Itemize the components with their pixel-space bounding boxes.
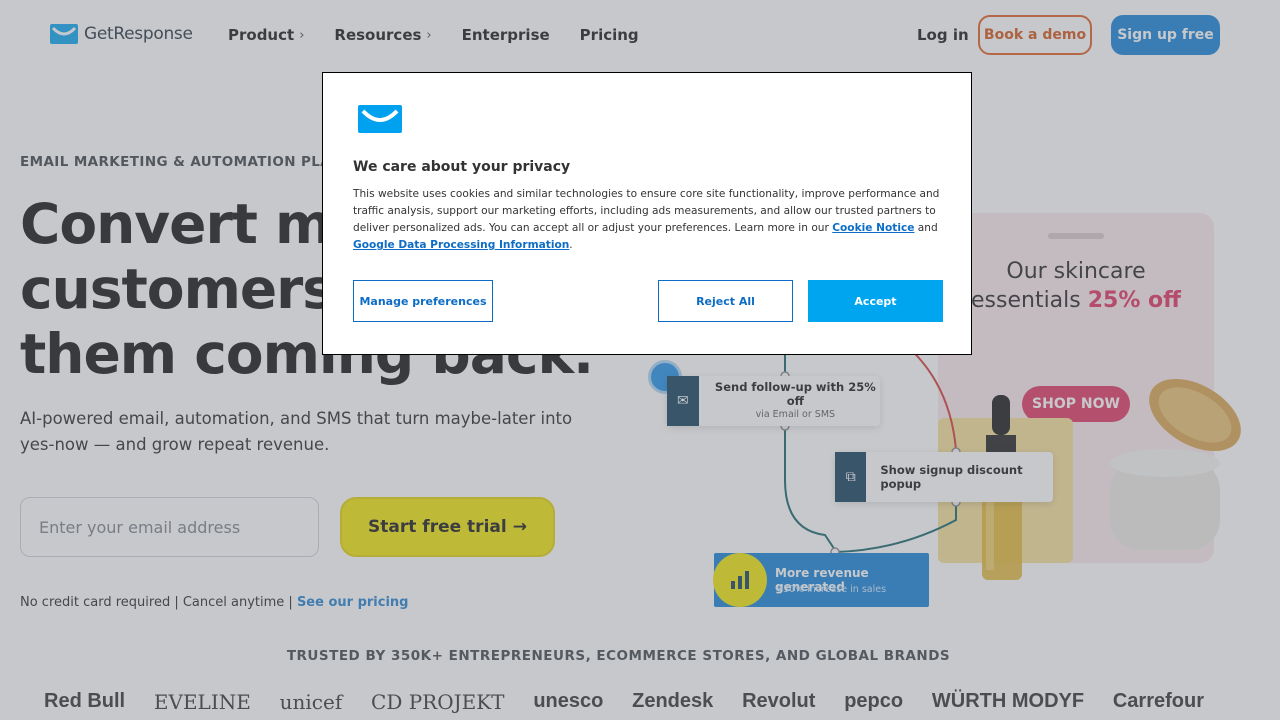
modal-title: We care about your privacy: [353, 159, 571, 175]
google-data-processing-link[interactable]: Google Data Processing Information: [353, 239, 569, 251]
modal-body-and: and: [914, 222, 938, 234]
cookie-notice-link[interactable]: Cookie Notice: [832, 222, 914, 234]
reject-all-button[interactable]: Reject All: [658, 280, 793, 322]
modal-body: This website uses cookies and similar te…: [353, 186, 943, 254]
manage-preferences-button[interactable]: Manage preferences: [353, 280, 493, 322]
accept-button[interactable]: Accept: [808, 280, 943, 322]
modal-body-period: .: [569, 239, 573, 251]
cookie-consent-modal: We care about your privacy This website …: [322, 72, 972, 355]
envelope-logo-icon: [358, 105, 402, 133]
